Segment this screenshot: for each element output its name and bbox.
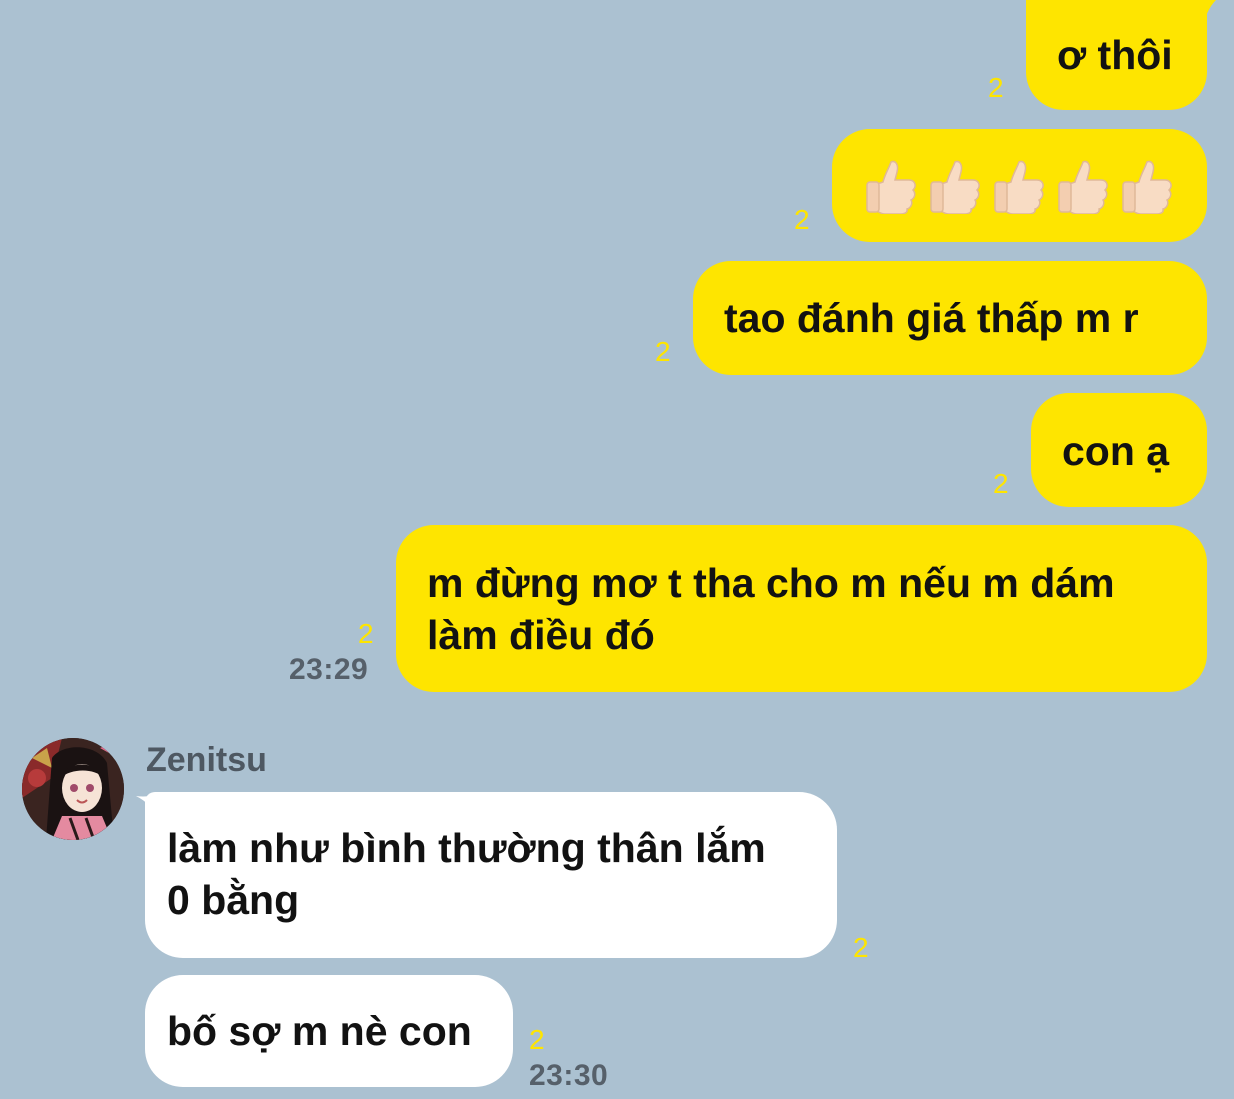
thumbs-up-icon [994, 160, 1044, 214]
message-time: 23:30 [529, 1059, 609, 1092]
outgoing-message[interactable]: con ạ [1031, 393, 1207, 507]
message-text: m đừng mơ t tha cho m nếu m dám làm điều… [427, 560, 1115, 658]
thumbs-up-icon [1122, 160, 1172, 214]
read-count: 2 [358, 618, 374, 649]
outgoing-message[interactable]: ơ thôi [1026, 0, 1207, 110]
read-count: 2 [529, 1024, 545, 1055]
outgoing-message[interactable] [832, 129, 1207, 242]
thumbs-up-icon [1058, 160, 1108, 214]
read-count: 2 [794, 204, 810, 235]
read-count: 2 [988, 72, 1004, 103]
read-count: 2 [655, 336, 671, 367]
outgoing-message[interactable]: m đừng mơ t tha cho m nếu m dám làm điều… [396, 525, 1207, 692]
message-text: bố sợ m nè con [167, 1008, 472, 1054]
message-text: tao đánh giá thấp m r [724, 295, 1139, 341]
read-count: 2 [853, 932, 869, 963]
bubble-tail [1186, 0, 1216, 30]
incoming-message[interactable]: làm như bình thường thân lắm 0 bằng [145, 792, 837, 958]
avatar[interactable] [22, 738, 124, 840]
message-text: ơ thôi [1057, 32, 1173, 78]
message-text: con ạ [1062, 428, 1170, 474]
read-count: 2 [993, 468, 1009, 499]
sender-name[interactable]: Zenitsu [146, 740, 267, 780]
thumbs-up-icon [930, 160, 980, 214]
message-time: 23:29 [289, 653, 369, 686]
message-text: làm như bình thường thân lắm 0 bằng [167, 825, 766, 923]
thumbs-up-icon [866, 160, 916, 214]
outgoing-message[interactable]: tao đánh giá thấp m r [693, 261, 1207, 375]
avatar-image [22, 738, 124, 840]
emoji-row [865, 158, 1173, 214]
incoming-message[interactable]: bố sợ m nè con [145, 975, 513, 1087]
